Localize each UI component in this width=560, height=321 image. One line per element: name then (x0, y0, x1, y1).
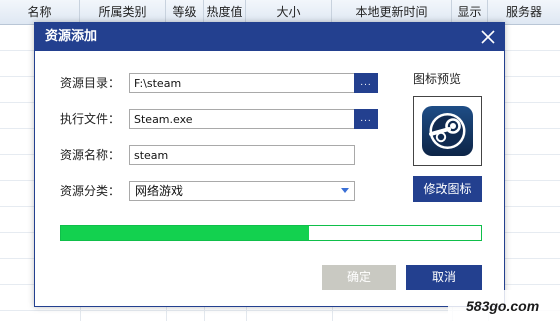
column-header-display[interactable]: 显示 (452, 0, 488, 24)
column-header-category[interactable]: 所属类别 (80, 0, 166, 24)
ellipsis-icon: ... (360, 114, 372, 124)
directory-label: 资源目录： (60, 76, 121, 90)
change-icon-button[interactable]: 修改图标 (413, 176, 482, 202)
category-label: 资源分类： (60, 184, 121, 198)
directory-browse-button[interactable]: ... (354, 73, 378, 93)
name-input[interactable] (129, 145, 355, 165)
cancel-button[interactable]: 取消 (406, 265, 482, 290)
chevron-down-icon[interactable] (341, 188, 349, 193)
exe-label: 执行文件： (60, 112, 121, 126)
directory-input[interactable] (129, 73, 355, 93)
icon-preview-label: 图标预览 (413, 72, 462, 86)
exe-input[interactable] (129, 109, 355, 129)
category-selected-value: 网络游戏 (135, 184, 184, 198)
steam-logo-icon (422, 106, 473, 156)
column-header-heat[interactable]: 热度值 (204, 0, 246, 24)
dialog-title: 资源添加 (45, 29, 98, 44)
column-header-server[interactable]: 服务器 (488, 0, 560, 24)
column-header-size[interactable]: 大小 (246, 0, 332, 24)
category-select[interactable]: 网络游戏 (129, 181, 355, 201)
column-header-update-time[interactable]: 本地更新时间 (332, 0, 452, 24)
name-label: 资源名称： (60, 148, 121, 162)
column-header-name[interactable]: 名称 (0, 0, 80, 24)
watermark-text: 583go.com (466, 298, 539, 314)
confirm-button[interactable]: 确定 (322, 265, 396, 290)
icon-preview-box (413, 96, 482, 166)
site-watermark: 583go.com (448, 290, 560, 321)
exe-browse-button[interactable]: ... (354, 109, 378, 129)
dialog-titlebar[interactable]: 资源添加 (35, 23, 504, 51)
close-icon[interactable] (478, 27, 498, 47)
resource-add-dialog: 资源添加 资源目录： ... 执行文件： ... 资源名称： 资源分类： 网络游… (34, 22, 505, 307)
progress-fill (61, 226, 309, 240)
column-header-level[interactable]: 等级 (166, 0, 204, 24)
progress-bar (60, 225, 482, 241)
ellipsis-icon: ... (360, 78, 372, 88)
